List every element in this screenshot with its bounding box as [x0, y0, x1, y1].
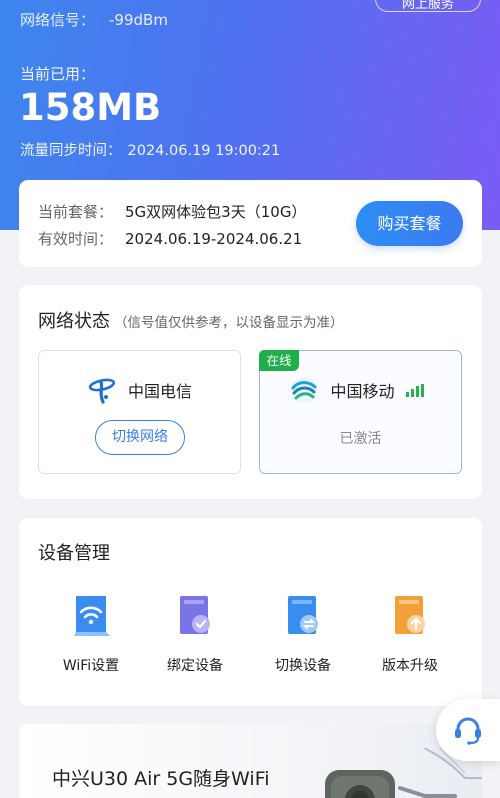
- switch-device-icon: [288, 596, 318, 634]
- bind-device-label: 绑定设备: [167, 658, 223, 674]
- device-management-card: 设备管理 WiFi设置 绑定设备 切换设备 版本升级: [19, 518, 482, 706]
- wifi-settings-label: WiFi设置: [62, 658, 120, 674]
- carrier-card-telecom[interactable]: 中国电信 切换网络: [38, 350, 241, 474]
- network-status-title: 网络状态 （信号值仅供参考，以设备显示为准）: [38, 307, 344, 333]
- version-upgrade-label: 版本升级: [382, 658, 438, 674]
- package-row: 当前套餐： 5G双网体验包3天（10G）: [38, 201, 306, 222]
- online-service-button[interactable]: 网上服务: [375, 0, 481, 12]
- plan-card: 当前套餐： 5G双网体验包3天（10G） 有效时间： 2024.06.19-2024…: [19, 180, 482, 267]
- bind-device-icon: [180, 596, 210, 634]
- carrier-telecom-head: 中国电信: [39, 375, 240, 405]
- china-telecom-logo-icon: [88, 378, 116, 404]
- china-mobile-logo-icon: [291, 377, 318, 403]
- product-promo-card[interactable]: 中兴U30 Air 5G随身WiFi: [19, 724, 482, 798]
- online-badge: 在线: [259, 350, 299, 371]
- signal-strength: 网络信号： -99dBm: [20, 9, 168, 30]
- upgrade-icon: [395, 596, 425, 634]
- used-value: 158MB: [19, 86, 162, 129]
- sync-time: 流量同步时间： 2024.06.19 19:00:21: [20, 139, 280, 160]
- network-subtitle: （信号值仅供参考，以设备显示为准）: [114, 315, 344, 331]
- switch-network-button[interactable]: 切换网络: [95, 420, 185, 455]
- customer-service-button[interactable]: [436, 699, 500, 761]
- network-title: 网络状态: [38, 311, 110, 332]
- version-upgrade-entry[interactable]: 版本升级: [358, 591, 462, 675]
- network-status-card: 网络状态（信号值仅供参考，以设备显示为准） 中国电信 切换网络 在线 中国移动: [19, 285, 482, 499]
- validity-label: 有效时间：: [38, 230, 114, 248]
- device-management-title: 设备管理: [38, 543, 110, 564]
- signal-label: 网络信号：: [20, 11, 96, 29]
- switch-device-entry[interactable]: 切换设备: [251, 591, 355, 675]
- sync-label: 流量同步时间：: [20, 143, 122, 159]
- buy-package-button[interactable]: 购买套餐: [356, 201, 463, 246]
- sync-time-value: 2024.06.19 19:00:21: [127, 143, 281, 159]
- wifi-settings-icon: [74, 596, 110, 636]
- carrier-card-mobile[interactable]: 在线 中国移动 已激活: [259, 350, 462, 474]
- wifi-settings-entry[interactable]: WiFi设置: [39, 591, 143, 675]
- carrier-mobile-head: 中国移动: [260, 375, 461, 405]
- bind-device-entry[interactable]: 绑定设备: [143, 591, 247, 675]
- signal-bars-icon: [405, 383, 424, 397]
- package-label: 当前套餐：: [38, 203, 114, 221]
- carrier-mobile-name: 中国移动: [330, 382, 395, 401]
- signal-value: -99dBm: [109, 11, 168, 29]
- customer-service-icon: [455, 717, 481, 745]
- switch-device-label: 切换设备: [275, 658, 331, 674]
- carrier-mobile-status: 已激活: [339, 431, 382, 447]
- carrier-telecom-name: 中国电信: [128, 382, 193, 401]
- validity-value: 2024.06.19-2024.06.21: [125, 230, 303, 248]
- promo-title: 中兴U30 Air 5G随身WiFi: [52, 768, 270, 790]
- package-value: 5G双网体验包3天（10G）: [125, 203, 307, 221]
- used-label: 当前已用：: [20, 65, 96, 83]
- validity-row: 有效时间： 2024.06.19-2024.06.21: [38, 228, 302, 249]
